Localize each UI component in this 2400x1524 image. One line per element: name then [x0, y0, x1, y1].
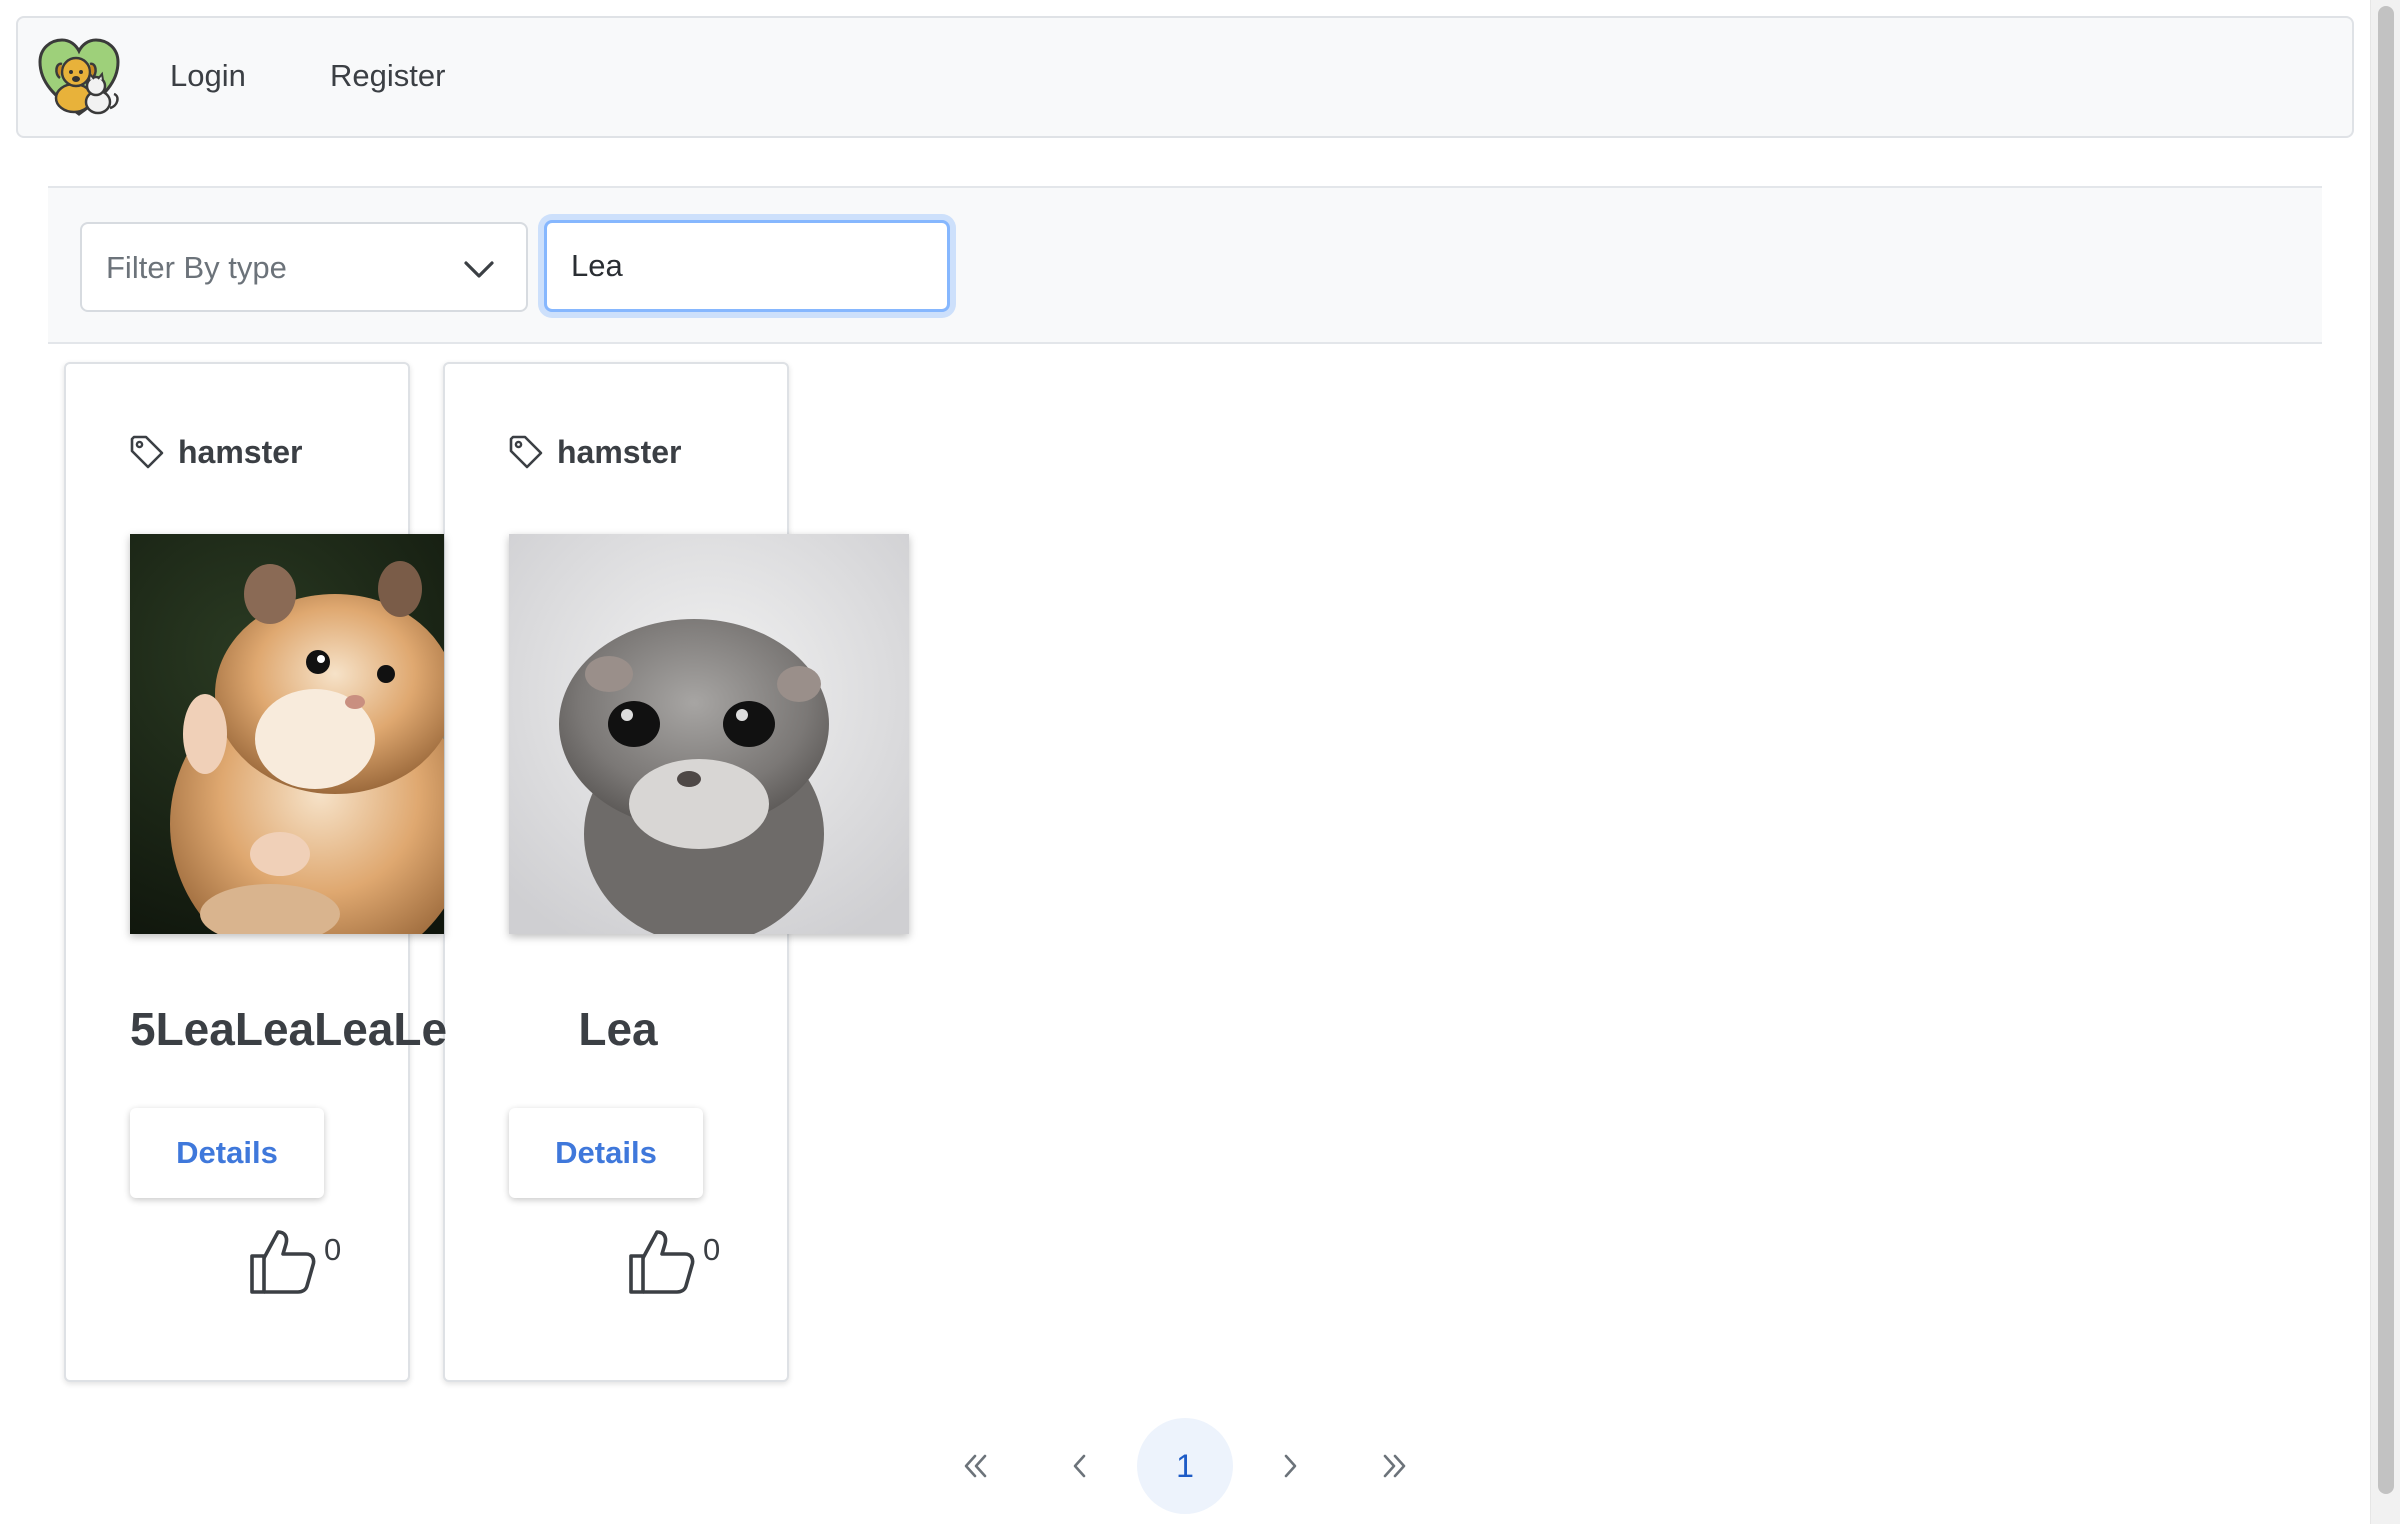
hamster-photo-image — [130, 534, 444, 934]
details-button[interactable]: Details — [509, 1108, 703, 1198]
login-link[interactable]: Login — [170, 58, 246, 94]
pet-card: hamster — [443, 362, 909, 1382]
chevron-down-icon — [464, 261, 494, 278]
thumbs-up-icon[interactable] — [244, 1224, 318, 1298]
search-input[interactable] — [544, 220, 950, 312]
filter-bar: Filter By type — [48, 186, 2322, 344]
scrollbar-thumb[interactable] — [2378, 6, 2394, 1494]
pet-name: Lea — [578, 1003, 658, 1055]
pet-photo[interactable] — [130, 534, 444, 934]
tag-icon — [130, 435, 164, 469]
last-page-button[interactable] — [1347, 1418, 1443, 1514]
pagination: 1 — [0, 1418, 2400, 1514]
pet-name: 5LeaLeaLeaLe — [130, 1003, 448, 1055]
pets-logo-icon[interactable] — [34, 32, 124, 122]
thumbs-up-icon[interactable] — [623, 1224, 697, 1298]
double-chevron-right-icon — [1383, 1454, 1406, 1478]
first-page-button[interactable] — [927, 1418, 1023, 1514]
chevron-right-icon — [1284, 1454, 1297, 1478]
pet-type-label: hamster — [557, 433, 682, 470]
register-link[interactable]: Register — [330, 58, 445, 94]
double-chevron-left-icon — [964, 1454, 987, 1478]
previous-page-button[interactable] — [1032, 1418, 1128, 1514]
pet-type-tag: hamster — [507, 432, 682, 472]
filter-by-type-select[interactable]: Filter By type — [80, 222, 528, 312]
chevron-left-icon — [1073, 1454, 1086, 1478]
vertical-scrollbar[interactable] — [2370, 0, 2400, 1524]
details-button[interactable]: Details — [130, 1108, 324, 1198]
pet-type-label: hamster — [178, 433, 303, 470]
next-page-button[interactable] — [1242, 1418, 1338, 1514]
like-count: 0 — [324, 1232, 342, 1267]
top-navbar: Login Register — [16, 16, 2354, 138]
hamster-photo-image — [509, 534, 909, 934]
like-count: 0 — [703, 1232, 721, 1267]
page-1-button[interactable]: 1 — [1137, 1418, 1233, 1514]
pet-card: hamster — [64, 362, 447, 1382]
pet-photo[interactable] — [509, 534, 909, 934]
tag-icon — [509, 435, 543, 469]
pet-type-tag: hamster — [128, 432, 303, 472]
filter-select-value: Filter By type — [106, 250, 287, 285]
